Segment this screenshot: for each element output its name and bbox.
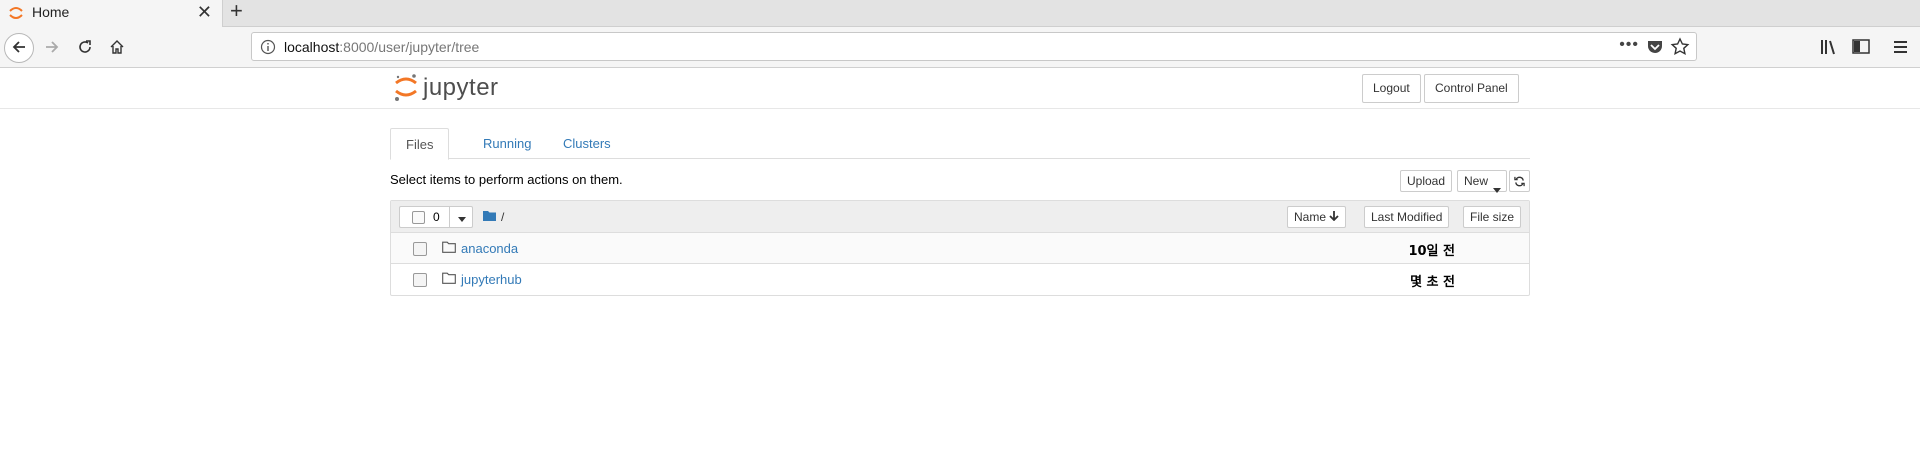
browser-navigation-bar: localhost:8000/user/jupyter/tree ••• [0, 27, 1920, 68]
file-list-header: 0 / Name Last Modified File size [391, 201, 1529, 233]
bookmark-star-icon[interactable] [1670, 37, 1690, 57]
back-arrow-icon [11, 39, 27, 58]
list-item[interactable]: anaconda 10일 전 [391, 233, 1529, 264]
sort-name-label: Name [1294, 210, 1327, 224]
jupyter-header [0, 68, 1920, 109]
page-actions-icon[interactable]: ••• [1619, 36, 1639, 54]
item-last-modified: 10일 전 [1408, 244, 1455, 259]
breadcrumb-root[interactable]: / [501, 210, 504, 224]
notebook-file-list: 0 / Name Last Modified File size anacond… [390, 200, 1530, 296]
close-tab-icon[interactable]: ✕ [197, 2, 212, 23]
select-all-checkbox[interactable] [412, 211, 425, 224]
item-checkbox[interactable] [413, 242, 427, 256]
item-last-modified: 몇 초 전 [1410, 275, 1455, 290]
logout-button[interactable]: Logout [1362, 74, 1421, 103]
caret-down-icon [457, 210, 466, 225]
url-host: localhost [284, 39, 340, 55]
control-panel-button[interactable]: Control Panel [1424, 74, 1519, 103]
back-button[interactable] [4, 33, 34, 63]
new-dropdown-button[interactable]: New [1457, 170, 1508, 193]
jupyter-favicon-icon [8, 5, 24, 21]
folder-filled-icon [483, 209, 496, 224]
caret-down-icon [1493, 179, 1502, 199]
pocket-icon[interactable] [1646, 39, 1664, 55]
url-path: :8000/user/jupyter/tree [339, 39, 480, 55]
sort-by-file-size-button[interactable]: File size [1463, 206, 1522, 228]
dashboard-tabs: Files Running Clusters [390, 128, 1530, 160]
new-tab-button[interactable]: + [230, 0, 243, 22]
address-bar[interactable]: localhost:8000/user/jupyter/tree ••• [251, 32, 1697, 61]
tab-files[interactable]: Files [390, 128, 450, 160]
home-button[interactable] [102, 33, 132, 63]
arrow-down-icon [1329, 210, 1339, 224]
library-icon[interactable] [1819, 38, 1839, 56]
sort-by-name-button[interactable]: Name [1287, 206, 1347, 228]
browser-tab-title: Home [32, 4, 70, 20]
jupyter-logo-icon [393, 72, 419, 105]
browser-tab-home[interactable]: Home ✕ [0, 0, 223, 28]
refresh-icon [1510, 171, 1529, 191]
reload-button[interactable] [70, 33, 100, 63]
tab-clusters[interactable]: Clusters [548, 128, 626, 159]
refresh-list-button[interactable] [1509, 170, 1530, 192]
folder-icon [442, 241, 456, 253]
sidebar-icon[interactable] [1851, 38, 1871, 56]
reload-icon [77, 39, 93, 58]
selection-instructions: Select items to perform actions on them. [390, 172, 623, 187]
item-checkbox[interactable] [413, 273, 427, 287]
site-info-icon[interactable] [260, 39, 276, 55]
new-button-label: New [1464, 174, 1489, 188]
home-icon [109, 39, 125, 58]
upload-button[interactable]: Upload [1400, 170, 1453, 192]
item-name-link[interactable]: anaconda [461, 241, 518, 256]
jupyter-logo[interactable]: jupyter [393, 73, 499, 103]
jupyter-logo-text: jupyter [423, 74, 499, 101]
forward-arrow-icon [44, 39, 60, 58]
sort-by-last-modified-button[interactable]: Last Modified [1364, 206, 1450, 228]
item-name-link[interactable]: jupyterhub [461, 272, 522, 287]
selected-count: 0 [433, 210, 440, 224]
url-text[interactable]: localhost:8000/user/jupyter/tree [284, 39, 479, 55]
folder-icon [442, 272, 456, 284]
breadcrumb[interactable]: / [483, 209, 504, 224]
browser-tab-strip: Home ✕ + [0, 0, 1920, 28]
select-menu-dropdown[interactable] [449, 207, 473, 227]
list-item[interactable]: jupyterhub 몇 초 전 [391, 264, 1529, 295]
forward-button[interactable] [37, 33, 67, 63]
tab-running[interactable]: Running [468, 128, 546, 159]
select-all-control[interactable]: 0 [399, 206, 473, 228]
hamburger-menu-icon[interactable] [1891, 38, 1911, 56]
